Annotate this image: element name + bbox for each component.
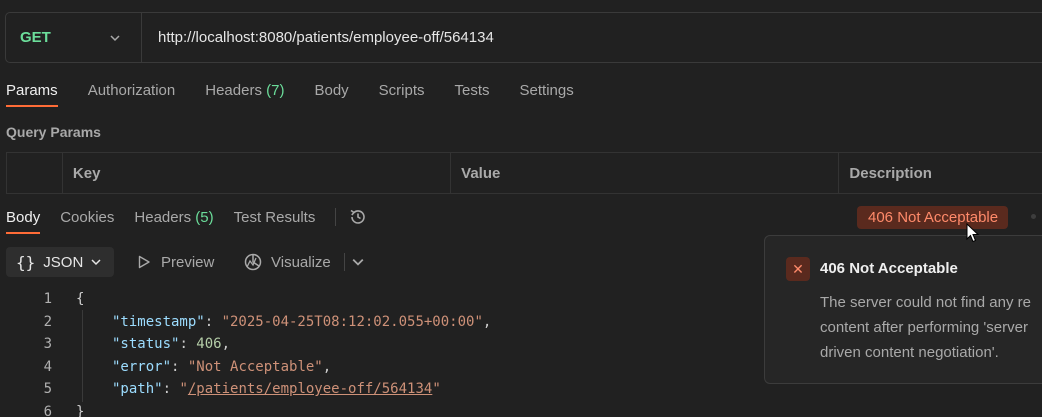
tab-headers[interactable]: Headers (7) (205, 82, 284, 107)
chevron-down-icon (91, 259, 101, 266)
braces-icon: {} (16, 252, 36, 272)
response-body-code[interactable]: 1 { 2 "timestamp": "2025-04-25T08:12:02.… (0, 288, 492, 417)
tab-response-headers[interactable]: Headers (5) (134, 209, 213, 234)
popover-title: 406 Not Acceptable (820, 260, 958, 277)
method-select[interactable]: GET (6, 13, 142, 62)
visualize-icon (244, 253, 262, 271)
headers-count: (7) (266, 82, 285, 99)
code-line: 4 "error": "Not Acceptable", (0, 356, 491, 379)
tab-headers-label: Headers (205, 82, 262, 99)
json-key: "error" (112, 358, 172, 375)
tab-authorization[interactable]: Authorization (88, 82, 176, 107)
tab-body[interactable]: Body (314, 82, 348, 107)
tab-params[interactable]: Params (6, 82, 58, 107)
line-number: 2 (43, 313, 52, 330)
json-key: "path" (112, 381, 163, 397)
query-params-table: Key Value Description (6, 152, 1042, 194)
quote: " (432, 381, 441, 397)
line-number: 3 (43, 336, 52, 352)
chevron-down-icon (352, 258, 364, 266)
tab-tests[interactable]: Tests (455, 82, 490, 107)
line-number: 6 (43, 403, 52, 417)
chevron-down-icon (110, 34, 120, 41)
tab-response-headers-label: Headers (134, 208, 192, 226)
popover-body: The server could not find any re content… (820, 294, 1031, 361)
close-brace: } (76, 403, 85, 417)
indent-guide (82, 310, 83, 402)
json-value: 406 (196, 336, 222, 352)
column-value: Value (451, 153, 840, 193)
tab-settings[interactable]: Settings (520, 82, 574, 107)
preview-label: Preview (161, 253, 215, 271)
url-input[interactable]: http://localhost:8080/patients/employee-… (142, 29, 494, 46)
divider (344, 253, 345, 271)
request-tabs: Params Authorization Headers (7) Body Sc… (6, 82, 604, 107)
line-number: 1 (43, 291, 52, 307)
response-tabs: Body Cookies Headers (5) Test Results (6, 207, 368, 235)
code-line: 2 "timestamp": "2025-04-25T08:12:02.055+… (0, 311, 492, 334)
open-brace: { (76, 291, 85, 307)
tab-scripts[interactable]: Scripts (379, 82, 425, 107)
column-key: Key (63, 153, 452, 193)
path-link[interactable]: /patients/employee-off/564134 (188, 381, 432, 397)
code-line: 3 "status": 406, (0, 333, 491, 356)
code-line: 5 "path": "/patients/employee-off/564134… (0, 378, 491, 401)
quote: " (179, 381, 188, 397)
history-icon[interactable] (348, 207, 368, 227)
column-description: Description (849, 164, 932, 182)
request-bar: GET http://localhost:8080/patients/emplo… (5, 12, 1042, 63)
line-number: 5 (43, 381, 52, 397)
preview-button[interactable]: Preview (136, 247, 214, 277)
play-icon (138, 255, 150, 269)
tab-cookies[interactable]: Cookies (60, 209, 114, 234)
more-views-button[interactable] (352, 247, 364, 277)
separator-dot (1031, 214, 1036, 219)
json-key: "status" (112, 336, 180, 352)
visualize-button[interactable]: Visualize (243, 247, 331, 277)
json-value: "/patients/employee-off/564134" (179, 381, 440, 397)
tab-test-results[interactable]: Test Results (234, 209, 316, 234)
divider (335, 208, 337, 226)
response-headers-count: (5) (195, 208, 214, 226)
tab-response-body[interactable]: Body (6, 209, 41, 234)
json-value: "Not Acceptable" (187, 358, 323, 375)
format-select[interactable]: {} JSON (6, 247, 114, 277)
error-x-icon: ✕ (786, 257, 810, 281)
json-key: "timestamp" (112, 313, 205, 330)
query-params-title: Query Params (6, 124, 101, 140)
json-value: "2025-04-25T08:12:02.055+00:00" (221, 313, 483, 330)
line-number: 4 (43, 358, 52, 375)
method-label: GET (20, 29, 51, 46)
code-line: 1 { (0, 288, 491, 311)
status-badge[interactable]: 406 Not Acceptable (857, 206, 1009, 229)
format-label: JSON (43, 253, 84, 271)
checkbox-column (7, 153, 63, 193)
code-line: 6 } (0, 401, 491, 417)
mouse-cursor-icon (966, 223, 980, 243)
status-popover: ✕ 406 Not Acceptable The server could no… (764, 235, 1042, 384)
visualize-label: Visualize (271, 253, 331, 271)
